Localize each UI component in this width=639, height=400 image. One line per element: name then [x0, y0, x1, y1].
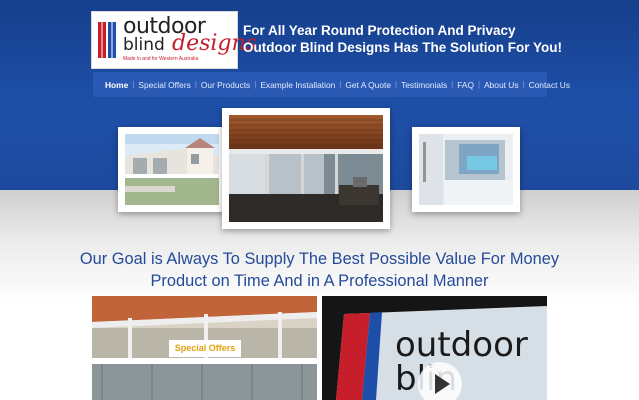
- nav-separator: |: [394, 80, 398, 89]
- main-nav: Home | Special Offers | Our Products | E…: [93, 72, 570, 97]
- play-button[interactable]: [418, 362, 462, 400]
- logo-word-blind: blind: [123, 35, 165, 55]
- nav-item-contact-us[interactable]: Contact Us: [529, 80, 570, 90]
- nav-separator: |: [254, 80, 257, 89]
- headline-line-2: Outdoor Blind Designs Has The Solution F…: [243, 40, 562, 55]
- nav-item-faq[interactable]: FAQ: [457, 80, 474, 90]
- site-logo[interactable]: outdoor blind designs Made in and for We…: [91, 11, 257, 69]
- logo-tagline: Made in and for Western Australia: [123, 56, 199, 62]
- video-panel[interactable]: outdoor blin: [322, 296, 547, 400]
- special-offers-label[interactable]: Special Offers: [169, 340, 241, 357]
- nav-separator: |: [477, 80, 481, 89]
- nav-separator: |: [451, 80, 454, 89]
- nav-item-example-installation[interactable]: Example Installation: [260, 80, 335, 90]
- goal-statement: Our Goal is Always To Supply The Best Po…: [0, 248, 639, 292]
- patio-photo: [229, 115, 383, 222]
- slider-fade: [125, 134, 219, 205]
- headline-line-1: For All Year Round Protection And Privac…: [243, 23, 516, 38]
- nav-item-get-a-quote[interactable]: Get A Quote: [345, 80, 391, 90]
- slider-fade: [419, 134, 513, 205]
- nav-item-our-products[interactable]: Our Products: [201, 80, 250, 90]
- video-text-line-1: outdoor: [395, 325, 528, 365]
- goal-line-1: Our Goal is Always To Supply The Best Po…: [79, 250, 560, 268]
- blind-logo-icon: [98, 22, 116, 58]
- goal-line-2: Product on Time And in A Professional Ma…: [150, 272, 489, 290]
- slider-image-pool[interactable]: [412, 127, 520, 212]
- nav-separator: |: [194, 80, 197, 89]
- slider-image-house[interactable]: [118, 127, 226, 212]
- nav-separator: |: [132, 80, 135, 89]
- header-headline: For All Year Round Protection And Privac…: [243, 22, 562, 56]
- nav-separator: |: [522, 80, 525, 89]
- nav-item-home[interactable]: Home: [105, 80, 128, 90]
- play-icon: [435, 374, 450, 394]
- nav-item-testimonials[interactable]: Testimonials: [401, 80, 447, 90]
- slider-image-patio[interactable]: [222, 108, 390, 229]
- nav-item-special-offers[interactable]: Special Offers: [138, 80, 190, 90]
- nav-item-about-us[interactable]: About Us: [484, 80, 518, 90]
- nav-separator: |: [339, 80, 342, 89]
